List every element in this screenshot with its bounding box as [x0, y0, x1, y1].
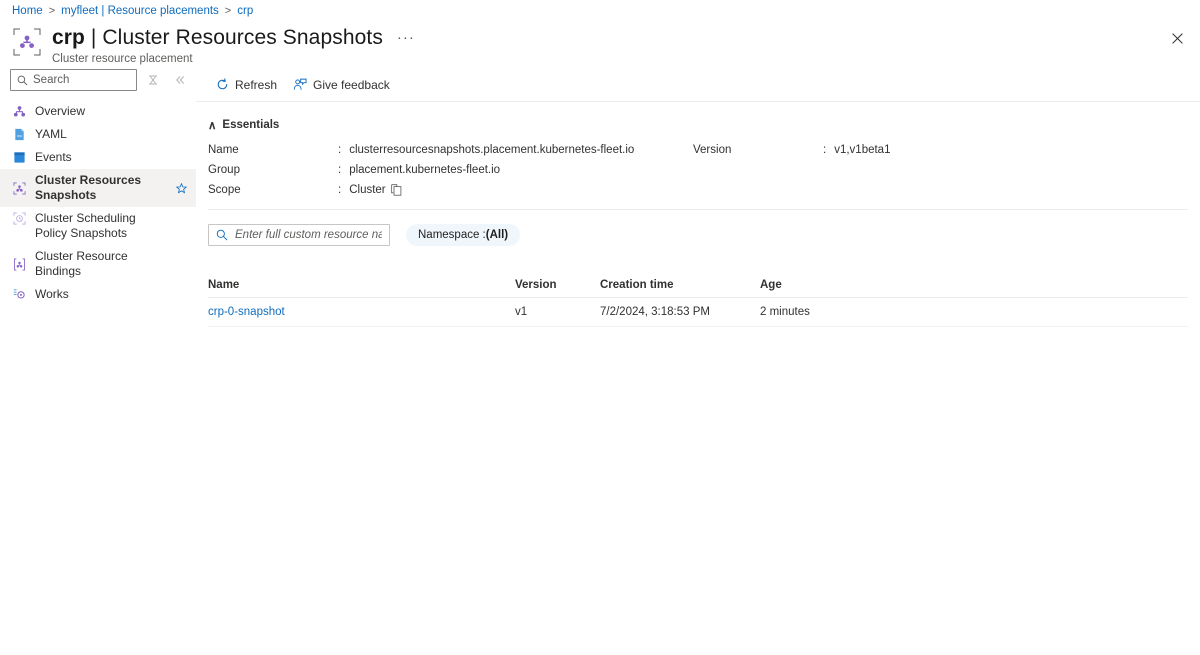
essentials-value-group: : placement.kubernetes-fleet.io — [338, 160, 693, 180]
essentials-label-version: Version — [693, 140, 823, 160]
sidebar-item-yaml[interactable]: <> YAML — [0, 123, 196, 146]
essentials-value-scope: : Cluster — [338, 180, 693, 200]
essentials-section: ∧ Essentials Name : clusterresourcesnaps… — [196, 102, 1200, 200]
search-icon — [17, 75, 28, 86]
breadcrumb-separator: > — [225, 5, 231, 17]
command-bar: Refresh Give feedback — [196, 68, 1200, 102]
colon: : — [338, 180, 341, 200]
sidebar-item-works[interactable]: Works — [0, 283, 196, 306]
overview-icon — [12, 105, 26, 119]
snapshot-name-link[interactable]: crp-0-snapshot — [208, 306, 515, 318]
refresh-icon — [216, 78, 229, 91]
more-options-button[interactable]: ··· — [393, 31, 419, 45]
sidebar-item-label: Cluster Resources Snapshots — [35, 169, 165, 207]
resource-name-filter-input[interactable] — [235, 229, 382, 241]
yaml-file-icon: <> — [12, 128, 26, 142]
sidebar-search-row — [0, 68, 196, 92]
column-header-creation-time[interactable]: Creation time — [600, 279, 760, 291]
sidebar-item-label: Overview — [35, 100, 165, 123]
sidebar-item-events[interactable]: Events — [0, 146, 196, 169]
essentials-label-scope: Scope — [208, 180, 338, 200]
cluster-scheduling-policy-snapshots-icon — [12, 211, 26, 225]
filter-bar: Namespace : (All) — [196, 210, 1200, 246]
cluster-resource-bindings-icon — [12, 257, 26, 271]
essentials-empty-cell — [693, 160, 823, 180]
essentials-value-scope-text: Cluster — [349, 180, 385, 200]
sidebar-item-cluster-resource-bindings[interactable]: Cluster Resource Bindings — [0, 245, 196, 283]
sidebar-item-cluster-scheduling-policy-snapshots[interactable]: Cluster Scheduling Policy Snapshots — [0, 207, 196, 245]
sidebar-item-label: Cluster Scheduling Policy Snapshots — [35, 207, 165, 245]
sidebar-item-label: Cluster Resource Bindings — [35, 245, 165, 283]
snapshot-creation-time: 7/2/2024, 3:18:53 PM — [600, 306, 760, 318]
search-input[interactable] — [33, 74, 130, 86]
essentials-empty-cell — [823, 160, 1188, 180]
essentials-title: Essentials — [222, 119, 279, 131]
sidebar-nav-list: Overview <> YAML Events — [0, 100, 196, 306]
page-title-section: Cluster Resources Snapshots — [102, 26, 383, 49]
essentials-value-name-text: clusterresourcesnapshots.placement.kuber… — [349, 140, 634, 160]
resize-pane-icon[interactable] — [143, 69, 164, 91]
snapshot-version: v1 — [515, 306, 600, 318]
namespace-filter-pill[interactable]: Namespace : (All) — [406, 224, 520, 246]
table-header-row: Name Version Creation time Age — [208, 272, 1188, 298]
close-blade-button[interactable] — [1166, 27, 1188, 49]
breadcrumb-item-crp[interactable]: crp — [237, 5, 253, 17]
essentials-empty-cell — [823, 180, 1188, 200]
close-icon — [1172, 33, 1183, 44]
page-title: crp | Cluster Resources Snapshots — [52, 25, 383, 51]
collapse-pane-icon[interactable] — [169, 69, 190, 91]
snapshots-table: Name Version Creation time Age crp-0-sna… — [208, 272, 1188, 327]
column-header-age[interactable]: Age — [760, 279, 1188, 291]
cluster-resource-placement-icon — [12, 27, 42, 57]
column-header-version[interactable]: Version — [515, 279, 600, 291]
essentials-grid: Name : clusterresourcesnapshots.placemen… — [208, 140, 1188, 200]
sidebar-item-overview[interactable]: Overview — [0, 100, 196, 123]
breadcrumb-item-myfleet[interactable]: myfleet | Resource placements — [61, 5, 219, 17]
breadcrumb: Home > myfleet | Resource placements > c… — [12, 5, 253, 17]
page-title-separator: | — [91, 26, 97, 49]
breadcrumb-item-home[interactable]: Home — [12, 5, 43, 17]
namespace-filter-prefix: Namespace : — [418, 229, 486, 241]
favorite-star-icon[interactable] — [174, 183, 188, 194]
essentials-empty-cell — [693, 180, 823, 200]
copy-icon[interactable] — [391, 184, 402, 196]
page-title-resource: crp — [52, 26, 85, 49]
essentials-label-name: Name — [208, 140, 338, 160]
breadcrumb-separator: > — [49, 5, 55, 17]
give-feedback-label: Give feedback — [313, 78, 390, 92]
cluster-resources-snapshots-icon — [12, 181, 26, 195]
refresh-label: Refresh — [235, 78, 277, 92]
chevron-up-icon: ∧ — [208, 118, 216, 132]
column-header-name[interactable]: Name — [208, 279, 515, 291]
snapshot-age: 2 minutes — [760, 306, 1188, 318]
table-row[interactable]: crp-0-snapshot v1 7/2/2024, 3:18:53 PM 2… — [208, 298, 1188, 327]
sidebar-search-box[interactable] — [10, 69, 137, 91]
works-icon — [12, 288, 26, 302]
essentials-toggle[interactable]: ∧ Essentials — [208, 118, 1188, 132]
colon: : — [338, 160, 341, 180]
page-subtitle: Cluster resource placement — [52, 52, 419, 66]
essentials-value-version: : v1,v1beta1 — [823, 140, 1188, 160]
main-content: Refresh Give feedback ∧ Essentials Name … — [196, 68, 1200, 655]
give-feedback-button[interactable]: Give feedback — [285, 74, 398, 96]
sidebar-item-label: YAML — [35, 123, 165, 146]
give-feedback-icon — [293, 78, 307, 92]
colon: : — [823, 140, 826, 160]
sidebar-item-cluster-resources-snapshots[interactable]: Cluster Resources Snapshots — [0, 169, 196, 207]
essentials-value-version-text: v1,v1beta1 — [834, 140, 890, 160]
colon: : — [338, 140, 341, 160]
refresh-button[interactable]: Refresh — [208, 74, 285, 96]
resource-name-filter[interactable] — [208, 224, 390, 246]
essentials-value-name: : clusterresourcesnapshots.placement.kub… — [338, 140, 693, 160]
namespace-filter-value: (All) — [486, 229, 508, 241]
search-icon — [216, 229, 228, 241]
sidebar-item-label: Works — [35, 283, 165, 306]
svg-text:<>: <> — [16, 134, 22, 139]
page-header: crp | Cluster Resources Snapshots ··· Cl… — [12, 25, 419, 66]
essentials-value-group-text: placement.kubernetes-fleet.io — [349, 160, 500, 180]
essentials-label-group: Group — [208, 160, 338, 180]
sidebar-item-label: Events — [35, 146, 165, 169]
events-icon — [12, 151, 26, 165]
sidebar: Overview <> YAML Events — [0, 68, 196, 655]
